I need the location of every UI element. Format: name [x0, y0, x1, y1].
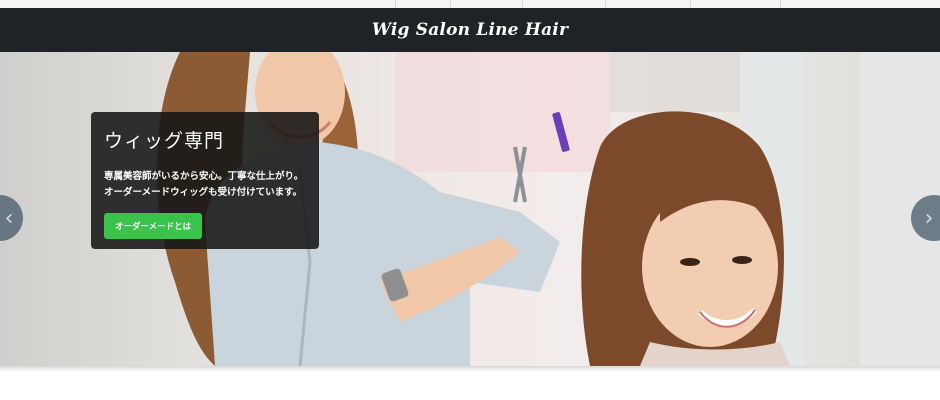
site-header: Wig Salon Line Hair — [0, 8, 940, 52]
nav-divider — [395, 0, 396, 8]
site-logo[interactable]: Wig Salon Line Hair — [372, 20, 568, 40]
top-strip — [0, 0, 940, 8]
chevron-left-icon: ‹ — [4, 205, 14, 231]
slide-caption: ウィッグ専門 専属美容師がいるから安心。丁寧な仕上がり。オーダーメードウィッグも… — [91, 112, 319, 249]
hero-divider — [0, 366, 940, 372]
nav-divider — [690, 0, 691, 8]
nav-divider — [522, 0, 523, 8]
nav-divider — [450, 0, 451, 8]
chevron-right-icon: › — [924, 205, 934, 231]
hero-slider[interactable]: ウィッグ専門 専属美容師がいるから安心。丁寧な仕上がり。オーダーメードウィッグも… — [0, 52, 940, 366]
order-made-button[interactable]: オーダーメードとは — [104, 213, 203, 239]
nav-divider — [605, 0, 606, 8]
caption-text: 専属美容師がいるから安心。丁寧な仕上がり。オーダーメードウィッグも受け付けていま… — [104, 171, 304, 198]
nav-divider — [780, 0, 781, 8]
caption-title: ウィッグ専門 — [104, 130, 225, 152]
